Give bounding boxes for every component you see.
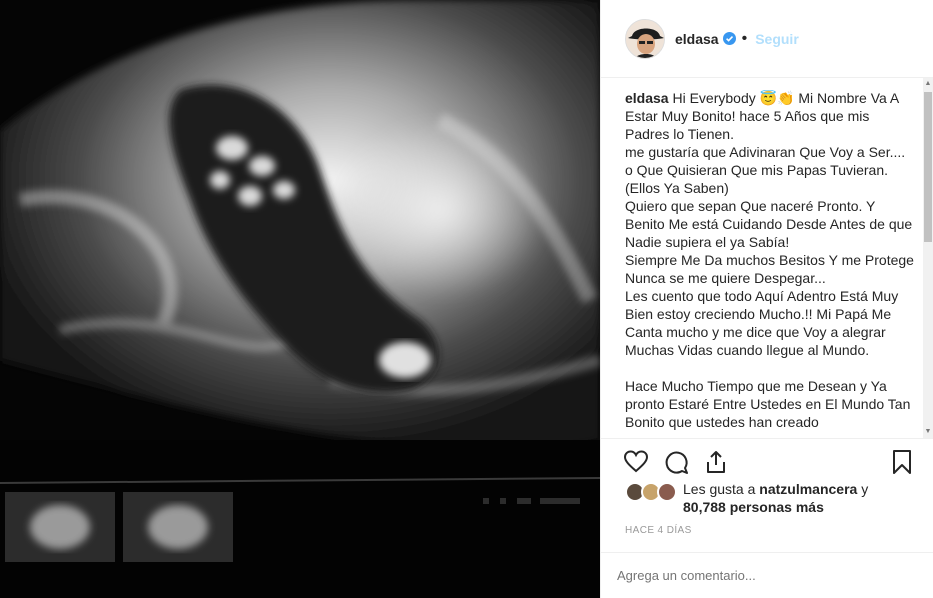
liker-username-link[interactable]: natzulmancera	[759, 481, 857, 497]
caption-username[interactable]: eldasa	[625, 90, 669, 106]
verified-badge-icon	[722, 32, 736, 45]
comment-input[interactable]	[617, 568, 907, 583]
bookmark-icon[interactable]	[889, 449, 915, 475]
comment-icon[interactable]	[663, 449, 689, 475]
post-panel: eldasa • Seguir eldasa Hi Everybody 😇👏 M…	[600, 0, 933, 598]
caption: eldasa Hi Everybody 😇👏 Mi Nombre Va A Es…	[625, 89, 915, 431]
caption-scrollbar[interactable]: ▲ ▼	[923, 78, 933, 438]
caption-scroll-area[interactable]: eldasa Hi Everybody 😇👏 Mi Nombre Va A Es…	[625, 89, 915, 434]
dot-separator: •	[741, 29, 748, 47]
avatar[interactable]	[625, 18, 665, 59]
likes-prefix: Les gusta a	[683, 481, 760, 497]
follow-button[interactable]: Seguir	[755, 31, 799, 47]
share-icon[interactable]	[703, 449, 729, 475]
likes-count-link[interactable]: 80,788 personas más	[683, 499, 824, 515]
comment-form	[601, 552, 933, 598]
username-link[interactable]: eldasa	[675, 31, 719, 47]
likes-summary: Les gusta a natzulmancera y 80,788 perso…	[625, 480, 925, 520]
avatar-image	[626, 19, 664, 58]
likes-text: Les gusta a natzulmancera y 80,788 perso…	[683, 480, 868, 516]
heart-icon[interactable]	[623, 449, 649, 475]
post-header: eldasa • Seguir	[601, 0, 933, 78]
action-bar	[601, 438, 933, 480]
liker-avatar	[657, 482, 677, 502]
post-timestamp[interactable]: HACE 4 DÍAS	[625, 525, 692, 536]
caption-text: Hi Everybody 😇👏 Mi Nombre Va A Estar Muy…	[625, 90, 914, 430]
ultrasound-image	[0, 0, 600, 598]
scroll-thumb[interactable]	[924, 92, 932, 242]
likes-connector: y	[857, 481, 869, 497]
scroll-up-arrow-icon[interactable]: ▲	[923, 78, 933, 90]
post-image[interactable]	[0, 0, 600, 598]
liker-avatars[interactable]	[625, 482, 679, 502]
scroll-down-arrow-icon[interactable]: ▼	[923, 426, 933, 438]
